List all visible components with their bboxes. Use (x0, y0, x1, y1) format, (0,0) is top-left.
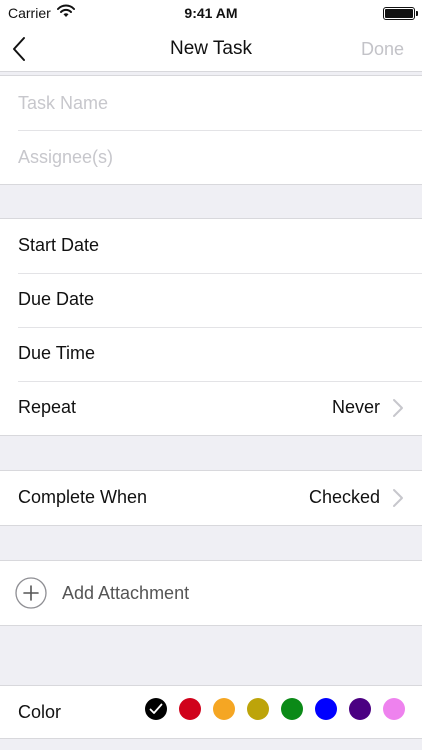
add-attachment-label: Add Attachment (62, 583, 190, 603)
color-swatch-blue[interactable] (315, 698, 337, 720)
schedule-section: Start Date Due Date Due Time Repeat Neve… (0, 218, 422, 436)
add-attachment-button[interactable]: Add Attachment (0, 561, 422, 625)
chevron-right-icon (392, 488, 404, 508)
repeat-row[interactable]: Repeat Never (0, 381, 422, 435)
complete-when-value: Checked (308, 487, 380, 507)
color-swatch-red[interactable] (179, 698, 201, 720)
color-swatch-black[interactable] (145, 698, 167, 720)
clock-time: 9:41 AM (184, 5, 238, 21)
battery-fill (385, 9, 413, 18)
color-section: Color (0, 685, 422, 739)
assignee-row (0, 130, 422, 184)
repeat-value: Never (331, 397, 380, 417)
assignee-input[interactable] (18, 143, 398, 171)
status-bar: Carrier 9:41 AM (0, 0, 422, 26)
due-date-row[interactable]: Due Date (0, 273, 422, 327)
color-swatch-green[interactable] (281, 698, 303, 720)
checkmark-icon (149, 703, 163, 714)
page-title: New Task (169, 38, 252, 59)
color-row: Color (0, 686, 422, 738)
plus-circle-icon (15, 577, 47, 609)
start-date-label: Start Date (18, 235, 100, 255)
due-time-row[interactable]: Due Time (0, 327, 422, 381)
color-label: Color (18, 702, 62, 722)
completion-section: Complete When Checked (0, 470, 422, 526)
complete-when-label: Complete When (18, 487, 148, 507)
battery-icon (383, 7, 418, 20)
color-swatch-purple[interactable] (349, 698, 371, 720)
due-date-label: Due Date (18, 289, 95, 309)
task-info-section (0, 75, 422, 185)
color-swatch-orange[interactable] (213, 698, 235, 720)
done-button[interactable]: Done (361, 39, 404, 60)
start-date-row[interactable]: Start Date (0, 219, 422, 273)
complete-when-row[interactable]: Complete When Checked (0, 471, 422, 525)
chevron-right-icon (392, 398, 404, 418)
color-swatch-olive[interactable] (247, 698, 269, 720)
task-name-row (0, 76, 422, 130)
task-name-input[interactable] (18, 89, 398, 117)
attachment-section: Add Attachment (0, 560, 422, 626)
color-swatch-pink[interactable] (383, 698, 405, 720)
navigation-bar: New Task Done (0, 26, 422, 72)
due-time-label: Due Time (18, 343, 96, 363)
repeat-label: Repeat (18, 397, 77, 417)
